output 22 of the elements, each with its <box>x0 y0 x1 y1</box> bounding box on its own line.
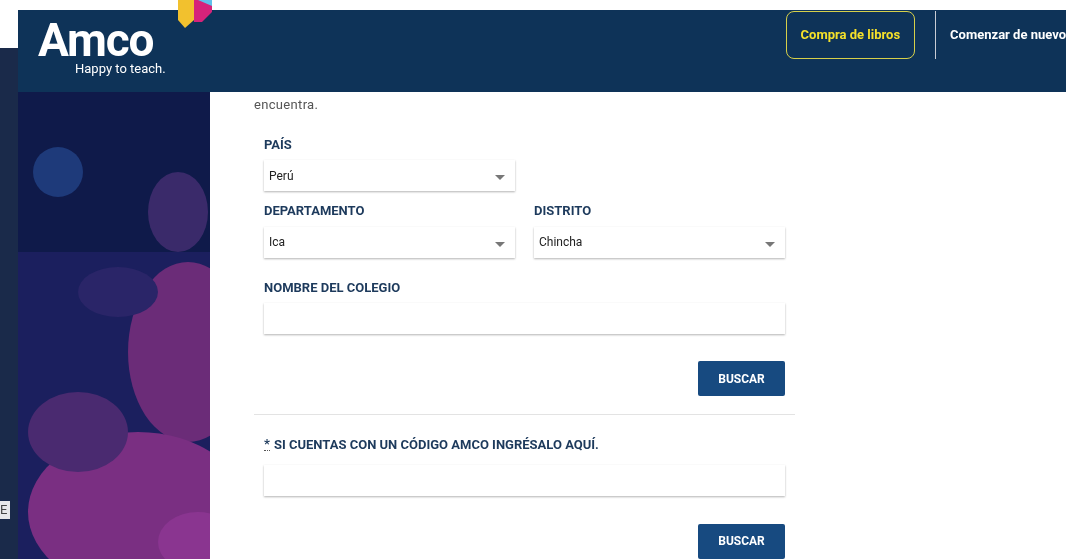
search-button[interactable]: BUSCAR <box>698 361 785 396</box>
field-label: SI CUENTAS CON UN CÓDIGO AMCO INGRÉSALO AQUÍ. <box>273 436 599 454</box>
logo[interactable]: Amco Happy to teach. <box>38 0 214 76</box>
input-field[interactable] <box>264 303 785 334</box>
cube-icon <box>178 0 214 30</box>
search-button[interactable]: BUSCAR <box>698 523 785 559</box>
intro-text: encuentra. <box>254 96 320 114</box>
dropdown-arrow-icon <box>765 241 775 247</box>
field-label: PAÍS <box>264 135 293 154</box>
code-input-field[interactable] <box>264 464 785 496</box>
select-field[interactable]: Perú <box>264 160 515 191</box>
select-field[interactable]: Ica <box>264 226 515 258</box>
required-mark: * <box>264 438 270 452</box>
field-label: NOMBRE DEL COLEGIO <box>264 278 402 297</box>
dropdown-arrow-icon <box>495 241 505 247</box>
restart-link[interactable]: Comenzar de nuevo <box>950 25 1066 45</box>
book-purchase-button[interactable]: Compra de libros <box>785 11 916 59</box>
field-label: DEPARTAMENTO <box>264 202 366 220</box>
side-tab[interactable]: E <box>0 501 10 519</box>
dropdown-arrow-icon <box>495 175 505 180</box>
select-field[interactable]: Chincha <box>534 226 785 258</box>
field-label: DISTRITO <box>534 202 593 220</box>
